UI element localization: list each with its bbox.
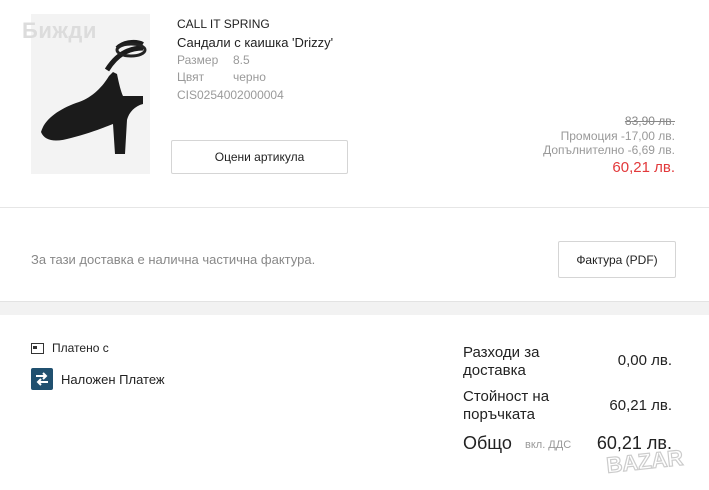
price-block: 83,90 лв. Промоция -17,00 лв. Допълнител… [543,114,675,178]
old-price: 83,90 лв. [624,114,675,128]
size-label: Размер [177,53,219,67]
promotion-discount: Промоция -17,00 лв. [560,129,675,143]
paid-with-label: Платено с [52,341,109,355]
total-label: Общо [463,433,512,453]
rate-item-button[interactable]: Оцени артикула [171,140,348,174]
order-value-label: Стойност на поръчката [463,388,550,423]
product-name[interactable]: Сандали с каишка 'Drizzy' [177,35,333,50]
shipping-cost-value: 0,00 лв. [617,352,672,369]
invoice-pdf-button[interactable]: Фактура (PDF) [558,241,676,278]
paid-with-row: Платено с [31,341,109,355]
payment-method-name: Наложен Платеж [61,371,165,387]
bazar-logo: BAZAR [605,444,685,476]
size-value: 8.5 [233,53,250,67]
watermark: Бижди [22,18,97,43]
order-value-value: 60,21 лв. [609,397,672,414]
color-row: Цвят черно [177,70,266,84]
color-label: Цвят [177,70,205,84]
card-icon [31,342,44,354]
product-sku: CIS0254002000004 [177,88,284,102]
order-item-card: Бижди CALL IT SPRING Сандали с каишка 'D… [0,0,709,302]
product-brand: CALL IT SPRING [177,17,270,31]
final-price: 60,21 лв. [612,159,675,176]
shipping-cost-label: Разходи за доставка [463,344,540,379]
cash-on-delivery-icon [31,368,53,390]
color-value: черно [233,70,266,84]
size-row: Размер 8.5 [177,53,250,67]
divider [0,207,709,208]
vat-note: вкл. ДДС [525,439,572,451]
payment-method-row: Наложен Платеж [31,368,165,390]
invoice-note: За тази доставка е налична частична факт… [31,252,316,267]
svg-text:BAZAR: BAZAR [605,445,684,476]
additional-discount: Допълнително -6,69 лв. [543,143,675,157]
